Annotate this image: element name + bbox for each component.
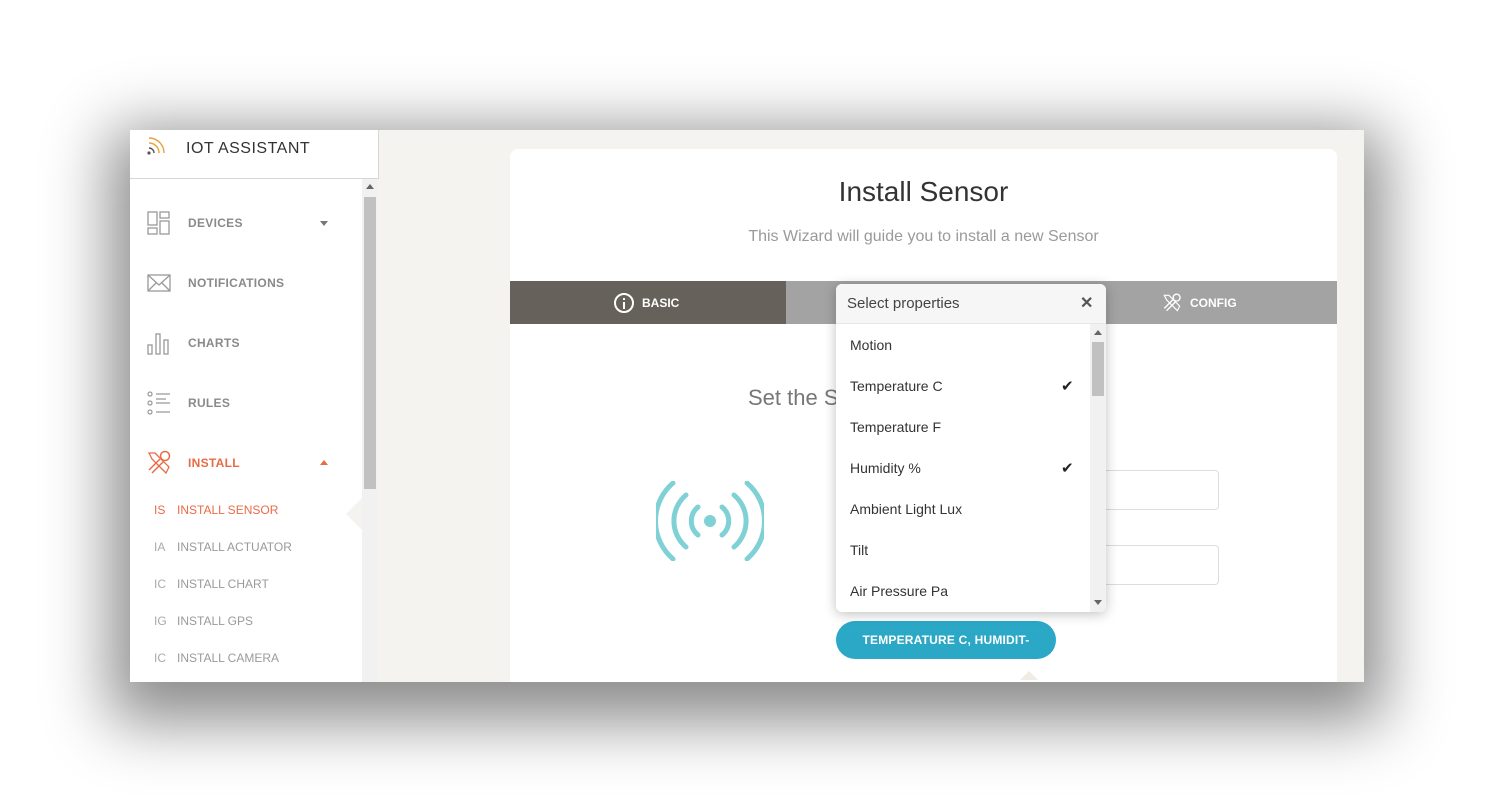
dropdown-scrollbar[interactable] [1090, 324, 1106, 612]
app-window: IOT ASSISTANT DEVICES NOTIFICATIONS CHAR… [130, 130, 1364, 682]
sidebar-item-label: CHARTS [188, 336, 240, 350]
scroll-down-arrow-icon[interactable] [1094, 600, 1102, 605]
sidebar-subitem-install-camera[interactable]: IC INSTALL CAMERA [130, 640, 362, 677]
sidebar-item-label: NOTIFICATIONS [188, 276, 285, 290]
tab-label: BASIC [642, 296, 680, 310]
option-temperature-f[interactable]: Temperature F [836, 406, 1090, 447]
option-tilt[interactable]: Tilt [836, 529, 1090, 570]
envelope-icon [147, 274, 171, 292]
text-input-2[interactable] [1100, 545, 1219, 585]
sidebar-subitem-install-chart[interactable]: IC INSTALL CHART [130, 566, 362, 603]
option-label: Temperature C [850, 378, 943, 394]
text-input-1[interactable] [1100, 470, 1219, 510]
subitem-label: INSTALL ACTUATOR [177, 540, 292, 554]
sidebar-item-install[interactable]: INSTALL [130, 434, 362, 494]
scroll-up-arrow-icon[interactable] [366, 184, 374, 189]
sidebar-subitem-install-gps[interactable]: IG INSTALL GPS [130, 603, 362, 640]
page-title: Install Sensor [838, 176, 1009, 207]
option-label: Motion [850, 337, 893, 353]
grid-layout-icon [147, 211, 170, 235]
scroll-thumb[interactable] [1092, 342, 1104, 396]
subitem-abbr: IG [154, 614, 167, 628]
option-ambient-light[interactable]: Ambient Light Lux [836, 488, 1090, 529]
chevron-up-icon [320, 460, 328, 465]
tab-label: CONFIG [1190, 296, 1237, 310]
sidebar-item-label: INSTALL [188, 456, 240, 470]
sidebar-item-charts[interactable]: CHARTS [130, 314, 362, 374]
subitem-label: INSTALL CHART [177, 577, 269, 591]
checkmark-icon: ✔ [1061, 378, 1074, 395]
sidebar: IOT ASSISTANT DEVICES NOTIFICATIONS CHAR… [130, 130, 379, 682]
sidebar-item-devices[interactable]: DEVICES [130, 194, 362, 254]
subitem-abbr: IC [154, 651, 166, 665]
option-label: Ambient Light Lux [850, 501, 963, 517]
sidebar-item-label: RULES [188, 396, 231, 410]
page-subtitle: This Wizard will guide you to install a … [748, 228, 1099, 245]
close-icon[interactable]: ✕ [1080, 293, 1093, 313]
option-label: Air Pressure Pa [850, 583, 949, 599]
bar-chart-icon [147, 333, 169, 355]
info-icon [614, 293, 634, 313]
tools-icon [147, 450, 171, 475]
sidebar-subitem-install-actuator[interactable]: IA INSTALL ACTUATOR [130, 529, 362, 566]
properties-dropdown: Select properties ✕ Motion Temperature C… [836, 284, 1106, 612]
checkmark-icon: ✔ [1061, 460, 1074, 477]
install-subnav: IS INSTALL SENSOR IA INSTALL ACTUATOR IC… [130, 492, 362, 677]
subitem-abbr: IC [154, 577, 166, 591]
subitem-abbr: IA [154, 540, 166, 554]
option-label: Temperature F [850, 419, 942, 435]
sidebar-item-rules[interactable]: RULES [130, 374, 362, 434]
option-label: Humidity % [850, 460, 921, 476]
tab-basic[interactable]: BASIC [510, 281, 786, 324]
section-heading: Set the S [748, 385, 839, 410]
brand-divider [378, 130, 379, 179]
option-humidity[interactable]: Humidity % ✔ [836, 447, 1090, 488]
scroll-up-arrow-icon[interactable] [1094, 330, 1102, 335]
subitem-label: INSTALL CAMERA [177, 651, 280, 665]
dropdown-title: Select properties [847, 295, 960, 312]
option-temperature-c[interactable]: Temperature C ✔ [836, 365, 1090, 406]
app-title: IOT ASSISTANT [186, 140, 311, 157]
brand-header: IOT ASSISTANT [130, 130, 378, 179]
option-motion[interactable]: Motion [836, 324, 1090, 365]
sidebar-subitem-install-sensor[interactable]: IS INSTALL SENSOR [130, 492, 362, 529]
next-step-arrow [1020, 671, 1038, 680]
option-label: Tilt [850, 542, 869, 558]
option-air-pressure[interactable]: Air Pressure Pa [836, 570, 1090, 611]
sidebar-item-label: DEVICES [188, 216, 243, 230]
dropdown-options: Motion Temperature C ✔ Temperature F Hum… [836, 324, 1090, 612]
subitem-label: INSTALL GPS [177, 614, 254, 628]
sidebar-nav: DEVICES NOTIFICATIONS CHARTS RULES INSTA… [130, 194, 362, 494]
tools-icon [1163, 293, 1181, 312]
subitem-label: INSTALL SENSOR [177, 503, 279, 517]
signal-logo-icon [147, 137, 165, 155]
scroll-thumb[interactable] [364, 197, 376, 489]
sidebar-scrollbar[interactable] [362, 179, 378, 682]
chevron-down-icon [320, 221, 328, 226]
wireless-signal-icon [656, 481, 764, 561]
subitem-abbr: IS [154, 503, 166, 517]
dropdown-header: Select properties ✕ [836, 284, 1106, 324]
properties-select-button[interactable]: TEMPERATURE C, HUMIDIT- [836, 621, 1056, 659]
list-icon [147, 391, 170, 415]
sidebar-item-notifications[interactable]: NOTIFICATIONS [130, 254, 362, 314]
